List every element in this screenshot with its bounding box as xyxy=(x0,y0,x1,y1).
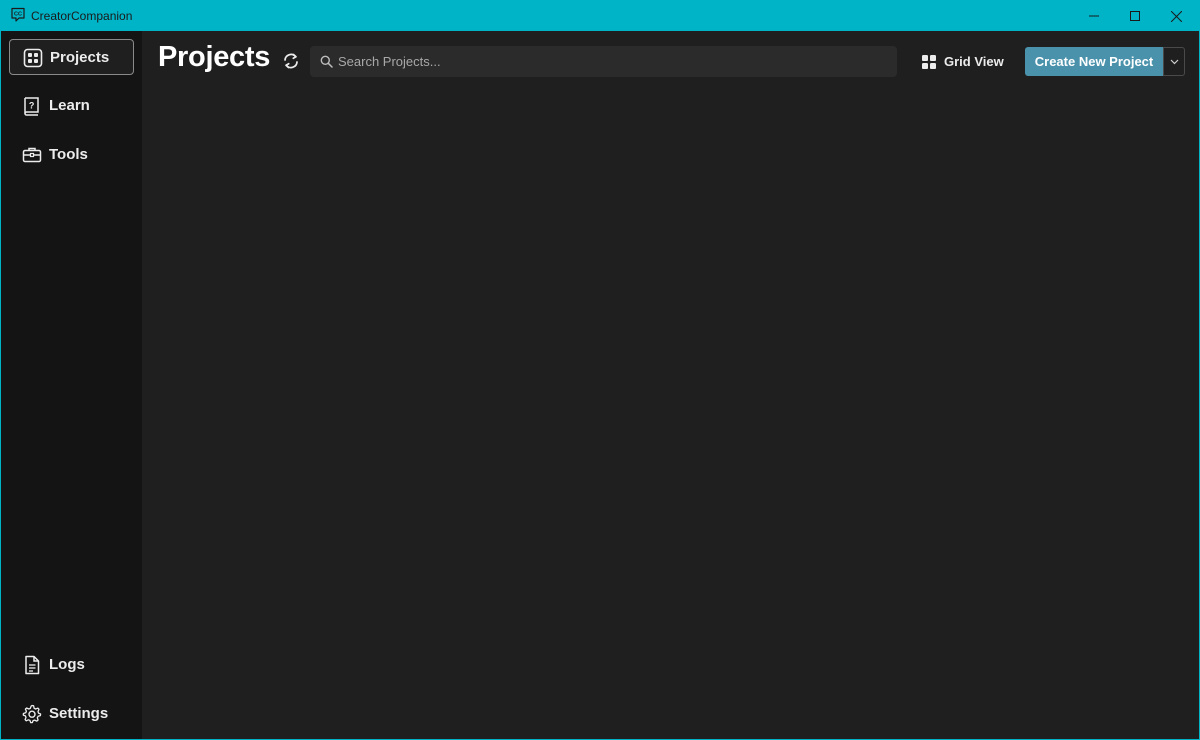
gear-icon xyxy=(22,704,42,724)
sidebar-item-label: Learn xyxy=(49,97,90,114)
app-window: CC CreatorCompanion Projects ? Learn Too… xyxy=(0,0,1200,740)
document-icon xyxy=(25,655,40,675)
sidebar-item-label: Tools xyxy=(49,146,88,163)
minimize-button[interactable] xyxy=(1071,1,1117,31)
sidebar-item-label: Logs xyxy=(49,656,85,673)
svg-text:CC: CC xyxy=(14,12,22,18)
chevron-down-icon xyxy=(1170,59,1178,64)
sidebar-item-logs[interactable]: Logs xyxy=(9,647,134,683)
app-logo-icon: CC xyxy=(11,7,25,22)
question-book-icon: ? xyxy=(24,97,39,116)
page-title: Projects xyxy=(158,41,271,73)
close-icon xyxy=(1170,10,1182,22)
sidebar-item-tools[interactable]: Tools xyxy=(9,137,134,173)
search-box xyxy=(310,46,897,77)
grid-icon xyxy=(922,55,936,69)
window-title: CreatorCompanion xyxy=(31,9,133,23)
search-icon xyxy=(320,55,333,68)
refresh-button[interactable] xyxy=(280,50,302,72)
close-button[interactable] xyxy=(1153,1,1199,31)
sidebar-item-projects[interactable]: Projects xyxy=(9,39,134,75)
create-options-dropdown[interactable] xyxy=(1163,47,1185,76)
search-input[interactable] xyxy=(338,46,888,77)
create-new-project-button[interactable]: Create New Project xyxy=(1025,47,1163,76)
projects-content-area xyxy=(142,91,1199,739)
grid-box-icon xyxy=(23,48,43,68)
sidebar-item-label: Settings xyxy=(49,705,109,722)
svg-text:?: ? xyxy=(29,101,34,111)
sidebar: Projects ? Learn Tools Logs Settings xyxy=(1,31,142,739)
maximize-button[interactable] xyxy=(1112,1,1158,31)
maximize-icon xyxy=(1130,11,1140,21)
refresh-icon xyxy=(284,53,298,69)
toolbox-icon xyxy=(22,147,42,163)
sidebar-item-label: Projects xyxy=(50,49,110,66)
minimize-icon xyxy=(1089,15,1099,17)
view-mode-label: Grid View xyxy=(944,54,1004,69)
grid-view-button[interactable]: Grid View xyxy=(915,47,1011,77)
sidebar-item-learn[interactable]: ? Learn xyxy=(9,88,134,124)
sidebar-item-settings[interactable]: Settings xyxy=(9,696,134,732)
title-bar[interactable]: CC CreatorCompanion xyxy=(1,1,1199,31)
